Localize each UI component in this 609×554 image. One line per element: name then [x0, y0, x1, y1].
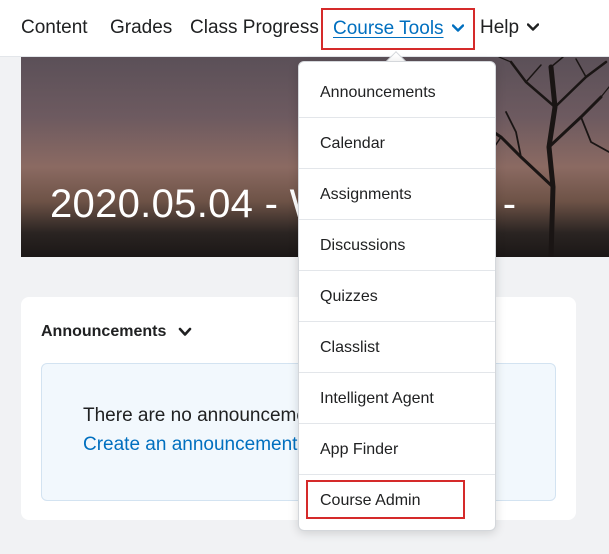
chevron-down-icon[interactable] — [178, 324, 192, 342]
menu-item-announcements[interactable]: Announcements — [299, 67, 495, 118]
course-admin-highlight — [306, 480, 465, 519]
nav-item-help[interactable]: Help — [480, 0, 540, 57]
course-tools-menu: Announcements Calendar Assignments Discu… — [299, 62, 495, 526]
nav-item-content[interactable]: Content — [21, 0, 88, 57]
course-tools-dropdown: Announcements Calendar Assignments Discu… — [298, 61, 496, 531]
menu-item-calendar[interactable]: Calendar — [299, 118, 495, 169]
chevron-down-icon — [451, 8, 464, 46]
nav-item-help-label: Help — [480, 17, 520, 38]
nav-item-course-tools-label: Course Tools — [333, 18, 444, 39]
menu-item-intelligent-agent[interactable]: Intelligent Agent — [299, 373, 495, 424]
menu-item-discussions[interactable]: Discussions — [299, 220, 495, 271]
nav-item-grades[interactable]: Grades — [110, 0, 172, 57]
menu-item-app-finder[interactable]: App Finder — [299, 424, 495, 475]
menu-item-classlist[interactable]: Classlist — [299, 322, 495, 373]
chevron-down-icon — [526, 0, 540, 54]
menu-item-assignments[interactable]: Assignments — [299, 169, 495, 220]
nav-item-course-tools[interactable]: Course Tools — [321, 8, 475, 50]
menu-item-quizzes[interactable]: Quizzes — [299, 271, 495, 322]
empty-state-message: There are no announcements — [83, 405, 333, 426]
nav-item-class-progress[interactable]: Class Progress — [190, 0, 319, 57]
course-navbar: Content Grades Class Progress Course Too… — [0, 0, 609, 57]
create-announcement-link[interactable]: Create an announcement — [83, 434, 297, 456]
tree-silhouette — [481, 57, 609, 257]
announcements-widget-title: Announcements — [41, 323, 167, 340]
